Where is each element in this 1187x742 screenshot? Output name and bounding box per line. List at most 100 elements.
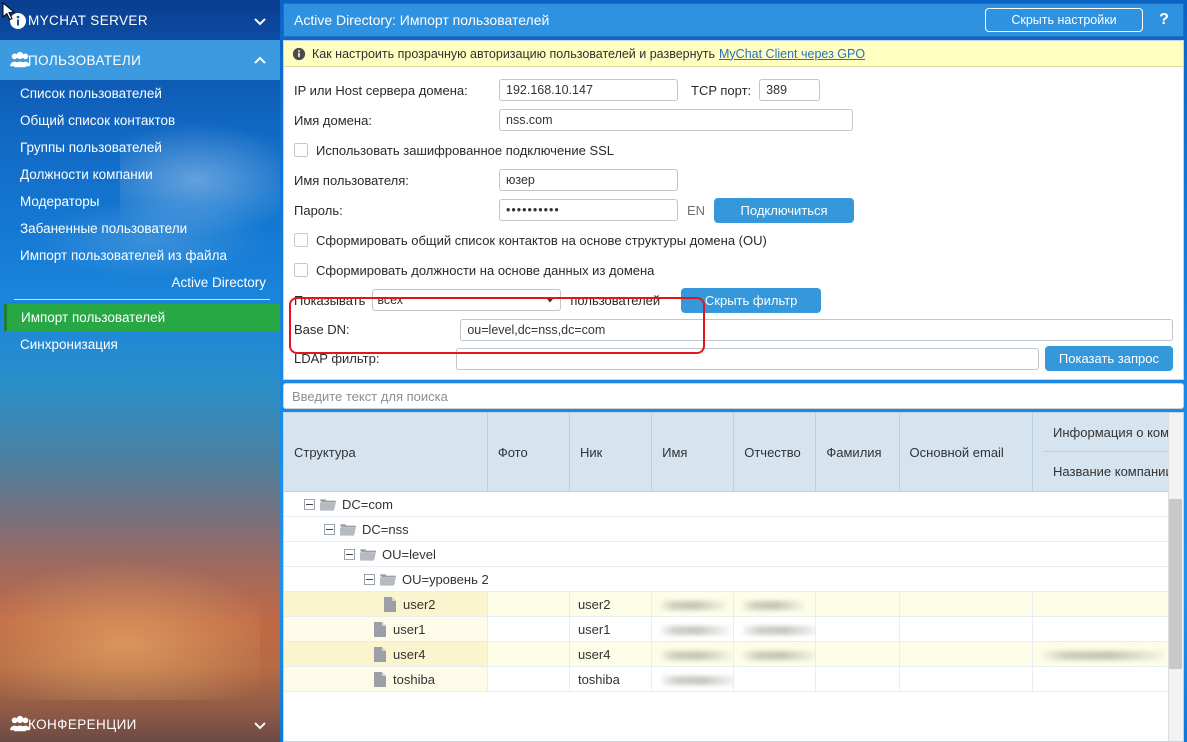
cell-email: [899, 616, 1034, 642]
cell-middle-name: [733, 591, 817, 617]
column-header-nick[interactable]: Ник: [569, 413, 653, 492]
column-header-middle-name[interactable]: Отчество: [733, 413, 817, 492]
column-header-first-name[interactable]: Имя: [651, 413, 735, 492]
info-icon: [8, 11, 30, 29]
table-scrollbar-thumb[interactable]: [1169, 499, 1182, 669]
tree-node-cell[interactable]: OU=level: [284, 541, 1183, 567]
sidebar-item-mychat-server[interactable]: MYCHAT SERVER: [0, 0, 280, 40]
help-icon[interactable]: ?: [1151, 11, 1177, 29]
host-input[interactable]: [499, 79, 678, 101]
sidebar-item-moderators[interactable]: Модераторы: [0, 188, 280, 215]
tree-leaf-cell[interactable]: user2: [284, 591, 488, 617]
show-filter-select-wrap[interactable]: всех: [372, 289, 562, 311]
positions-row[interactable]: Сформировать должности на основе данных …: [294, 255, 1173, 285]
collapse-toggle-icon[interactable]: [324, 523, 335, 535]
cell-last-name: [815, 616, 900, 642]
ssl-label: Использовать зашифрованное подключение S…: [316, 142, 615, 158]
tree-leaf-cell[interactable]: user1: [284, 616, 488, 642]
chevron-up-icon[interactable]: [252, 53, 266, 67]
sidebar-item-import-users[interactable]: Импорт пользователей: [4, 304, 280, 331]
redacted-value: [660, 675, 733, 685]
sidebar-server-label: MYCHAT SERVER: [28, 12, 148, 28]
tree-node-cell[interactable]: OU=уровень 2: [284, 566, 1183, 592]
table-row[interactable]: OU=уровень 2: [284, 566, 1183, 592]
column-header-last-name[interactable]: Фамилия: [815, 413, 900, 492]
chevron-down-icon[interactable]: [252, 13, 266, 27]
search-input[interactable]: [283, 383, 1184, 409]
filter-show-row: Показывать всех пользователей Скрыть фил…: [294, 285, 1173, 315]
ldap-filter-label: LDAP фильтр:: [294, 351, 380, 366]
hide-filter-button[interactable]: Скрыть фильтр: [681, 287, 822, 313]
cell-middle-name: [733, 616, 817, 642]
table-row[interactable]: user1 user1: [284, 616, 1183, 642]
redacted-value: [660, 600, 727, 610]
connect-button[interactable]: Подключиться: [714, 197, 855, 223]
sidebar-item-import-from-file[interactable]: Импорт пользователей из файла: [0, 242, 280, 269]
base-dn-input[interactable]: [460, 318, 1173, 341]
contacts-ou-checkbox[interactable]: [294, 233, 308, 247]
port-input[interactable]: [759, 79, 821, 101]
column-header-company-name: Название компании: [1053, 464, 1172, 479]
table-row[interactable]: toshiba toshiba: [284, 666, 1183, 692]
sidebar-item-users[interactable]: ПОЛЬЗОВАТЕЛИ: [0, 40, 280, 80]
page-title: Active Directory: Импорт пользователей: [294, 12, 550, 28]
table-row[interactable]: DC=nss: [284, 516, 1183, 542]
sidebar-group-active-directory: Active Directory: [171, 275, 266, 290]
ssl-row[interactable]: Использовать зашифрованное подключение S…: [294, 135, 1173, 165]
show-query-button[interactable]: Показать запрос: [1044, 346, 1173, 371]
domain-input[interactable]: [499, 109, 853, 131]
tree-node-cell[interactable]: DC=nss: [284, 516, 1183, 542]
sidebar-item-user-groups[interactable]: Группы пользователей: [0, 134, 280, 161]
chevron-down-icon[interactable]: [252, 717, 266, 731]
tree-leaf-cell[interactable]: toshiba: [284, 666, 488, 692]
collapse-toggle-icon[interactable]: [344, 548, 355, 560]
column-header-structure[interactable]: Структура: [284, 413, 488, 492]
tree-node-cell[interactable]: DC=com: [284, 491, 1183, 517]
cell-first-name: [651, 641, 735, 667]
username-input[interactable]: [499, 169, 678, 191]
main-content: Active Directory: Импорт пользователей С…: [280, 0, 1187, 742]
cell-first-name: [651, 591, 735, 617]
collapse-toggle-icon[interactable]: [364, 573, 375, 585]
column-header-photo[interactable]: Фото: [487, 413, 570, 492]
search-row: [283, 383, 1184, 409]
table-row[interactable]: OU=level: [284, 541, 1183, 567]
folder-icon: [360, 548, 376, 561]
cell-first-name: [651, 666, 735, 692]
password-input[interactable]: [499, 199, 678, 221]
table-vertical-scrollbar[interactable]: [1168, 413, 1183, 741]
cell-company-name: [1032, 616, 1183, 642]
table-row[interactable]: user2 user2: [284, 591, 1183, 617]
sidebar-item-users-list[interactable]: Список пользователей: [0, 80, 280, 107]
collapse-toggle-icon[interactable]: [304, 498, 315, 510]
ldap-filter-input[interactable]: [455, 347, 1039, 370]
hide-settings-button[interactable]: Скрыть настройки: [985, 8, 1143, 32]
contacts-ou-row[interactable]: Сформировать общий список контактов на о…: [294, 225, 1173, 255]
sidebar-users-label: ПОЛЬЗОВАТЕЛИ: [28, 52, 142, 68]
folder-icon: [320, 498, 336, 511]
sidebar-item-banned-users[interactable]: Забаненные пользователи: [0, 215, 280, 242]
keyboard-layout-indicator: EN: [687, 202, 706, 218]
sidebar-conferences-label: КОНФЕРЕНЦИИ: [28, 716, 137, 732]
cell-email: [899, 591, 1034, 617]
gpo-help-link[interactable]: MyChat Client через GPO: [719, 47, 865, 61]
column-header-company-group[interactable]: Информация о компани Название компании: [1032, 413, 1183, 492]
tree-leaf-cell[interactable]: user4: [284, 641, 488, 667]
sidebar-item-shared-contacts[interactable]: Общий список контактов: [0, 107, 280, 134]
cell-first-name: [651, 616, 735, 642]
positions-checkbox[interactable]: [294, 263, 308, 277]
cell-photo: [487, 591, 570, 617]
redacted-value: [1041, 650, 1166, 660]
sidebar-item-synchronization[interactable]: Синхронизация: [0, 331, 280, 358]
sidebar-item-conferences[interactable]: КОНФЕРЕНЦИИ: [0, 704, 280, 742]
table-row[interactable]: DC=com: [284, 491, 1183, 517]
cell-photo: [487, 616, 570, 642]
table-row[interactable]: user4 user4: [284, 641, 1183, 667]
sidebar-item-company-positions[interactable]: Должности компании: [0, 161, 280, 188]
ssl-checkbox[interactable]: [294, 143, 308, 157]
sidebar-sunset-decoration: [0, 560, 260, 700]
username-label: Имя пользователя:: [294, 172, 409, 188]
show-filter-select[interactable]: всех: [372, 289, 562, 311]
column-header-email[interactable]: Основной email: [899, 413, 1034, 492]
redacted-value: [742, 600, 805, 610]
